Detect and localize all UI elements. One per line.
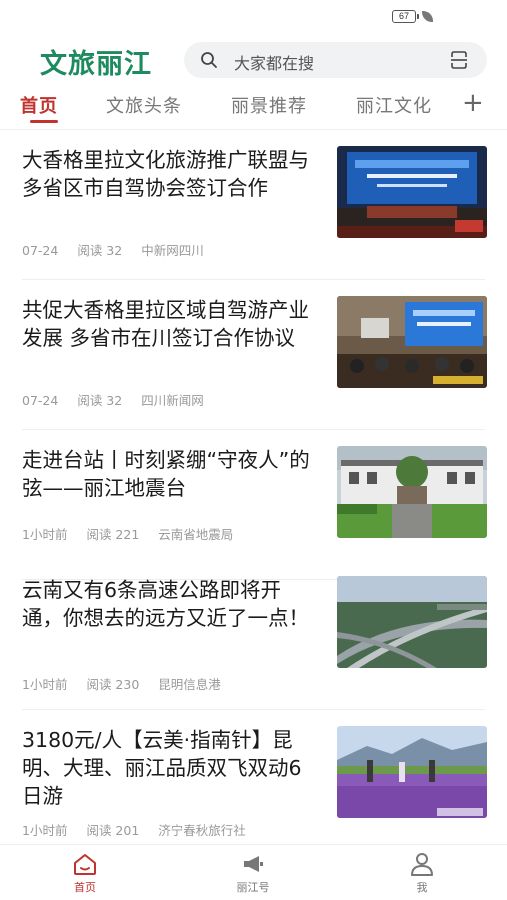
news-source: 中新网四川 bbox=[141, 243, 204, 258]
scan-icon[interactable] bbox=[449, 50, 469, 70]
nav-me-label: 我 bbox=[416, 881, 428, 894]
channel-tabs: 首页 文旅头条 丽景推荐 丽江文化 + bbox=[0, 90, 507, 130]
news-thumbnail[interactable] bbox=[337, 726, 487, 818]
app-logo: 文旅丽江 bbox=[40, 49, 152, 80]
news-item[interactable]: 云南又有6条高速公路即将开通，你想去的远方又近了一点！ 1小时前 阅读 230 … bbox=[0, 560, 507, 710]
leaf-icon bbox=[422, 11, 433, 22]
news-thumbnail[interactable] bbox=[337, 296, 487, 388]
nav-home[interactable]: 首页 bbox=[45, 851, 125, 895]
news-reads: 阅读 201 bbox=[86, 823, 140, 838]
tab-headlines[interactable]: 文旅头条 bbox=[106, 92, 182, 118]
nav-lijiang-hao-label: 丽江号 bbox=[236, 881, 270, 894]
news-title[interactable]: 3180元/人【云美·指南针】昆明、大理、丽江品质双飞双动6日游 bbox=[22, 726, 318, 810]
active-tab-indicator bbox=[30, 120, 58, 123]
news-time: 07-24 bbox=[22, 243, 59, 258]
nav-home-label: 首页 bbox=[74, 881, 96, 894]
news-time: 1小时前 bbox=[22, 823, 68, 838]
news-reads: 阅读 221 bbox=[86, 527, 140, 542]
status-bar: 67 bbox=[0, 0, 507, 32]
news-thumbnail[interactable] bbox=[337, 446, 487, 538]
news-source: 昆明信息港 bbox=[158, 677, 221, 692]
news-meta: 1小时前 阅读 230 昆明信息港 bbox=[22, 674, 236, 693]
news-time: 07-24 bbox=[22, 393, 59, 408]
news-source: 济宁春秋旅行社 bbox=[158, 823, 246, 838]
news-meta: 1小时前 阅读 221 云南省地震局 bbox=[22, 524, 248, 543]
news-reads: 阅读 32 bbox=[77, 393, 123, 408]
news-meta: 07-24 阅读 32 四川新闻网 bbox=[22, 390, 219, 409]
tab-scenery[interactable]: 丽景推荐 bbox=[231, 92, 307, 118]
news-item[interactable]: 3180元/人【云美·指南针】昆明、大理、丽江品质双飞双动6日游 1小时前 阅读… bbox=[0, 710, 507, 860]
news-item[interactable]: 走进台站丨时刻紧绷“守夜人”的弦——丽江地震台 1小时前 阅读 221 云南省地… bbox=[0, 430, 507, 580]
megaphone-icon bbox=[244, 856, 263, 872]
search-placeholder: 大家都在搜 bbox=[234, 54, 315, 73]
news-meta: 07-24 阅读 32 中新网四川 bbox=[22, 240, 219, 259]
news-source: 云南省地震局 bbox=[158, 527, 234, 542]
news-title[interactable]: 共促大香格里拉区域自驾游产业发展 多省市在川签订合作协议 bbox=[22, 296, 318, 352]
news-title[interactable]: 大香格里拉文化旅游推广联盟与多省区市自驾协会签订合作 bbox=[22, 146, 318, 202]
news-source: 四川新闻网 bbox=[141, 393, 204, 408]
search-input[interactable]: 大家都在搜 bbox=[184, 42, 487, 78]
home-icon bbox=[74, 854, 96, 875]
news-thumbnail[interactable] bbox=[337, 146, 487, 238]
tab-home[interactable]: 首页 bbox=[20, 92, 58, 118]
app-header: 文旅丽江 大家都在搜 bbox=[0, 38, 507, 82]
person-icon bbox=[411, 853, 433, 876]
battery-indicator: 67 bbox=[392, 10, 419, 23]
news-item[interactable]: 大香格里拉文化旅游推广联盟与多省区市自驾协会签订合作 07-24 阅读 32 中… bbox=[0, 130, 507, 280]
nav-lijiang-hao[interactable]: 丽江号 bbox=[213, 851, 293, 895]
news-reads: 阅读 230 bbox=[86, 677, 140, 692]
news-reads: 阅读 32 bbox=[77, 243, 123, 258]
bottom-navigation: 首页 丽江号 我 bbox=[0, 844, 507, 900]
news-thumbnail[interactable] bbox=[337, 576, 487, 668]
news-title[interactable]: 云南又有6条高速公路即将开通，你想去的远方又近了一点！ bbox=[22, 576, 318, 632]
search-icon bbox=[201, 52, 217, 68]
news-item[interactable]: 共促大香格里拉区域自驾游产业发展 多省市在川签订合作协议 07-24 阅读 32… bbox=[0, 280, 507, 430]
nav-me[interactable]: 我 bbox=[382, 851, 462, 895]
news-time: 1小时前 bbox=[22, 527, 68, 542]
news-time: 1小时前 bbox=[22, 677, 68, 692]
news-title[interactable]: 走进台站丨时刻紧绷“守夜人”的弦——丽江地震台 bbox=[22, 446, 318, 502]
news-meta: 1小时前 阅读 201 济宁春秋旅行社 bbox=[22, 820, 261, 839]
add-channel-button[interactable]: + bbox=[462, 90, 485, 116]
tab-culture[interactable]: 丽江文化 bbox=[356, 92, 432, 118]
